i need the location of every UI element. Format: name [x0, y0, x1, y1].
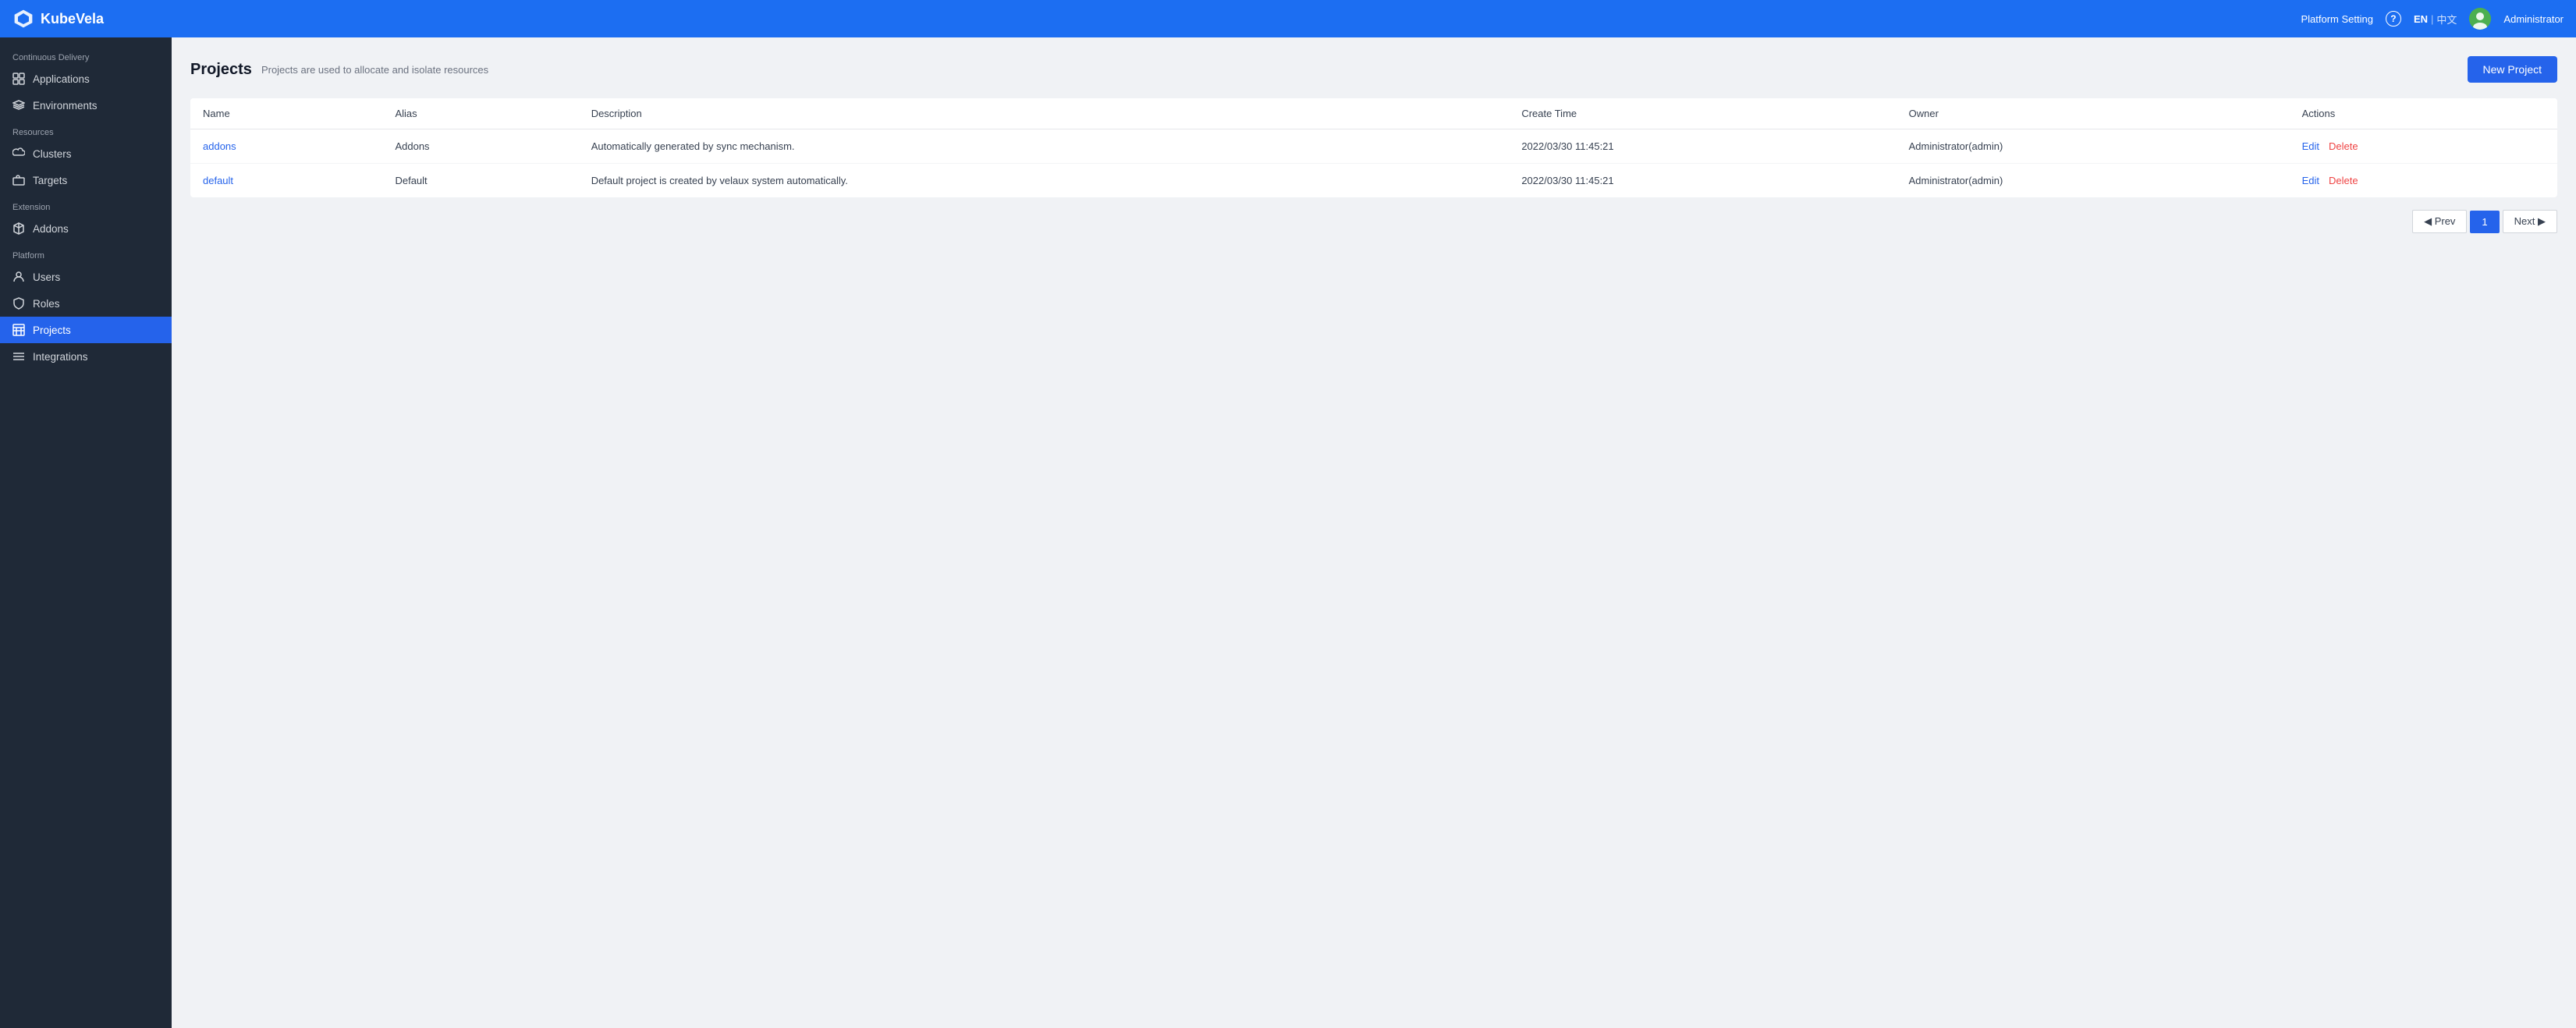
project-create-time: 2022/03/30 11:45:21 [1509, 129, 1896, 164]
table-row: defaultDefaultDefault project is created… [190, 164, 2557, 198]
project-actions: Edit Delete [2290, 164, 2557, 198]
lang-separator: | [2431, 13, 2433, 25]
page-subtitle: Projects are used to allocate and isolat… [261, 64, 488, 76]
sidebar-item-users[interactable]: Users [0, 264, 172, 290]
help-icon[interactable]: ? [2386, 11, 2401, 27]
cloud-icon [12, 147, 25, 160]
col-alias: Alias [382, 98, 578, 129]
sidebar-item-roles[interactable]: Roles [0, 290, 172, 317]
project-description: Default project is created by velaux sys… [579, 164, 1510, 198]
sidebar-item-integrations[interactable]: Integrations [0, 343, 172, 370]
platform-setting-link[interactable]: Platform Setting [2301, 13, 2373, 25]
table-icon [12, 324, 25, 336]
table-row: addonsAddonsAutomatically generated by s… [190, 129, 2557, 164]
sidebar-section-label: Platform [0, 242, 172, 264]
sidebar-item-applications[interactable]: Applications [0, 66, 172, 92]
page-title-row: Projects Projects are used to allocate a… [190, 61, 488, 79]
sidebar-item-clusters[interactable]: Clusters [0, 140, 172, 167]
prev-button[interactable]: ◀ Prev [2412, 210, 2467, 233]
sidebar-item-label: Users [33, 271, 60, 283]
main-content: Projects Projects are used to allocate a… [172, 37, 2576, 1028]
layout: Continuous Delivery Applications Environme… [0, 37, 2576, 1028]
page-title: Projects [190, 61, 252, 79]
edit-project-button[interactable]: Edit [2302, 175, 2319, 186]
col-create-time: Create Time [1509, 98, 1896, 129]
project-alias: Addons [382, 129, 578, 164]
projects-table-container: Name Alias Description Create Time Owner… [190, 98, 2557, 197]
pagination: ◀ Prev 1 Next ▶ [190, 210, 2557, 233]
table-body: addonsAddonsAutomatically generated by s… [190, 129, 2557, 198]
logo-area: KubeVela [12, 8, 104, 30]
sidebar-item-addons[interactable]: Addons [0, 215, 172, 242]
projects-table: Name Alias Description Create Time Owner… [190, 98, 2557, 197]
kubevela-logo [12, 8, 34, 30]
sidebar-item-label: Integrations [33, 351, 88, 363]
sidebar-item-label: Roles [33, 298, 60, 310]
user-name: Administrator [2503, 13, 2564, 25]
next-button[interactable]: Next ▶ [2503, 210, 2557, 233]
edit-project-button[interactable]: Edit [2302, 140, 2319, 152]
sidebar-item-label: Clusters [33, 148, 72, 160]
sidebar-section-label: Extension [0, 193, 172, 215]
logo-text: KubeVela [41, 11, 104, 27]
header-right: Platform Setting ? EN | 中文 Administrator [2301, 8, 2564, 30]
briefcase-icon [12, 174, 25, 186]
project-description: Automatically generated by sync mechanis… [579, 129, 1510, 164]
sidebar-item-environments[interactable]: Environments [0, 92, 172, 119]
project-name-link[interactable]: addons [190, 129, 382, 164]
project-alias: Default [382, 164, 578, 198]
project-name-link[interactable]: default [190, 164, 382, 198]
package-icon [12, 222, 25, 235]
grid-icon [12, 73, 25, 85]
project-actions: Edit Delete [2290, 129, 2557, 164]
table-header-row: Name Alias Description Create Time Owner… [190, 98, 2557, 129]
sidebar-item-targets[interactable]: Targets [0, 167, 172, 193]
project-owner: Administrator(admin) [1897, 129, 2290, 164]
project-create-time: 2022/03/30 11:45:21 [1509, 164, 1896, 198]
sidebar: Continuous Delivery Applications Environme… [0, 37, 172, 1028]
header: KubeVela Platform Setting ? EN | 中文 Admi… [0, 0, 2576, 37]
sidebar-section-label: Resources [0, 119, 172, 140]
col-actions: Actions [2290, 98, 2557, 129]
user-icon [12, 271, 25, 283]
lang-en[interactable]: EN [2414, 13, 2428, 25]
sidebar-item-label: Addons [33, 223, 69, 235]
sidebar-section-label: Continuous Delivery [0, 44, 172, 66]
page-1-button[interactable]: 1 [2470, 211, 2499, 233]
language-switcher[interactable]: EN | 中文 [2414, 12, 2457, 27]
avatar [2469, 8, 2491, 30]
lang-zh[interactable]: 中文 [2436, 12, 2457, 27]
shield-icon [12, 297, 25, 310]
layers-icon [12, 99, 25, 112]
sidebar-item-label: Targets [33, 175, 67, 186]
project-owner: Administrator(admin) [1897, 164, 2290, 198]
new-project-button[interactable]: New Project [2468, 56, 2557, 83]
sidebar-item-label: Projects [33, 324, 71, 336]
sidebar-item-projects[interactable]: Projects [0, 317, 172, 343]
menu-icon [12, 350, 25, 363]
sidebar-item-label: Applications [33, 73, 90, 85]
col-description: Description [579, 98, 1510, 129]
sidebar-item-label: Environments [33, 100, 98, 112]
col-owner: Owner [1897, 98, 2290, 129]
delete-project-button[interactable]: Delete [2329, 175, 2358, 186]
col-name: Name [190, 98, 382, 129]
avatar-icon [2469, 8, 2491, 30]
delete-project-button[interactable]: Delete [2329, 140, 2358, 152]
page-header: Projects Projects are used to allocate a… [190, 56, 2557, 83]
